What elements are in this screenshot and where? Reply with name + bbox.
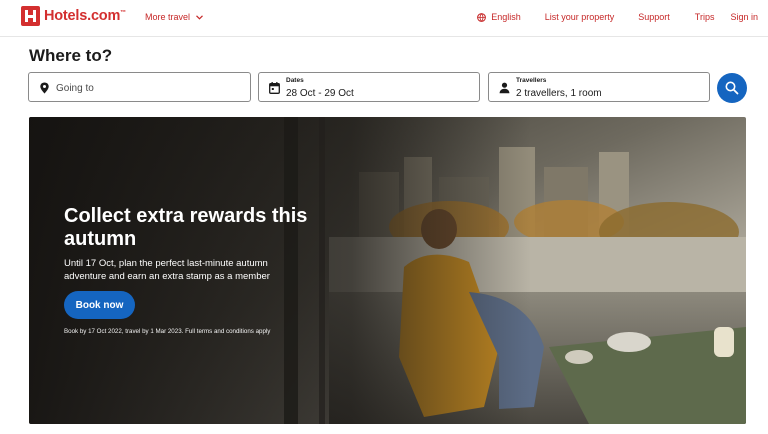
search-icon [725,81,739,95]
language-label: English [491,12,521,22]
dates-value: 28 Oct - 29 Oct [286,88,354,99]
hotels-logo-icon [21,6,40,26]
promo-terms: Book by 17 Oct 2022, travel by 1 Mar 202… [64,328,271,335]
more-travel-label: More travel [145,12,191,22]
globe-icon [477,12,487,22]
language-selector[interactable]: English [477,12,521,22]
promo-description: Until 17 Oct, plan the perfect last-minu… [64,258,270,282]
destination-placeholder: Going to [56,83,94,94]
search-button[interactable] [717,73,747,103]
promo-banner: Collect extra rewards this autumn Until … [29,117,746,424]
more-travel-menu[interactable]: More travel [145,12,203,22]
page-title: Where to? [29,46,113,65]
top-navigation-bar: Hotels.com™ More travel English List you… [0,0,768,37]
header-links: English List your property Support Trips… [477,12,758,22]
book-now-button[interactable]: Book now [64,291,135,319]
brand-name: Hotels.com™ [44,8,126,24]
calendar-icon [269,82,280,94]
hotels-logo[interactable]: Hotels.com™ [21,6,126,26]
sign-in-link[interactable]: Sign in [730,12,758,22]
travellers-value: 2 travellers, 1 room [516,88,602,99]
support-link[interactable]: Support [638,12,670,22]
travellers-field[interactable]: Travellers 2 travellers, 1 room [488,72,710,102]
person-icon [499,82,510,94]
destination-input[interactable]: Going to [28,72,251,102]
dates-label: Dates [286,77,304,84]
travellers-label: Travellers [516,77,547,84]
trips-link[interactable]: Trips [695,12,715,22]
promo-title: Collect extra rewards this autumn [64,205,308,250]
dates-field[interactable]: Dates 28 Oct - 29 Oct [258,72,480,102]
chevron-down-icon [196,14,203,20]
location-pin-icon [40,82,49,94]
list-your-property-link[interactable]: List your property [545,12,615,22]
